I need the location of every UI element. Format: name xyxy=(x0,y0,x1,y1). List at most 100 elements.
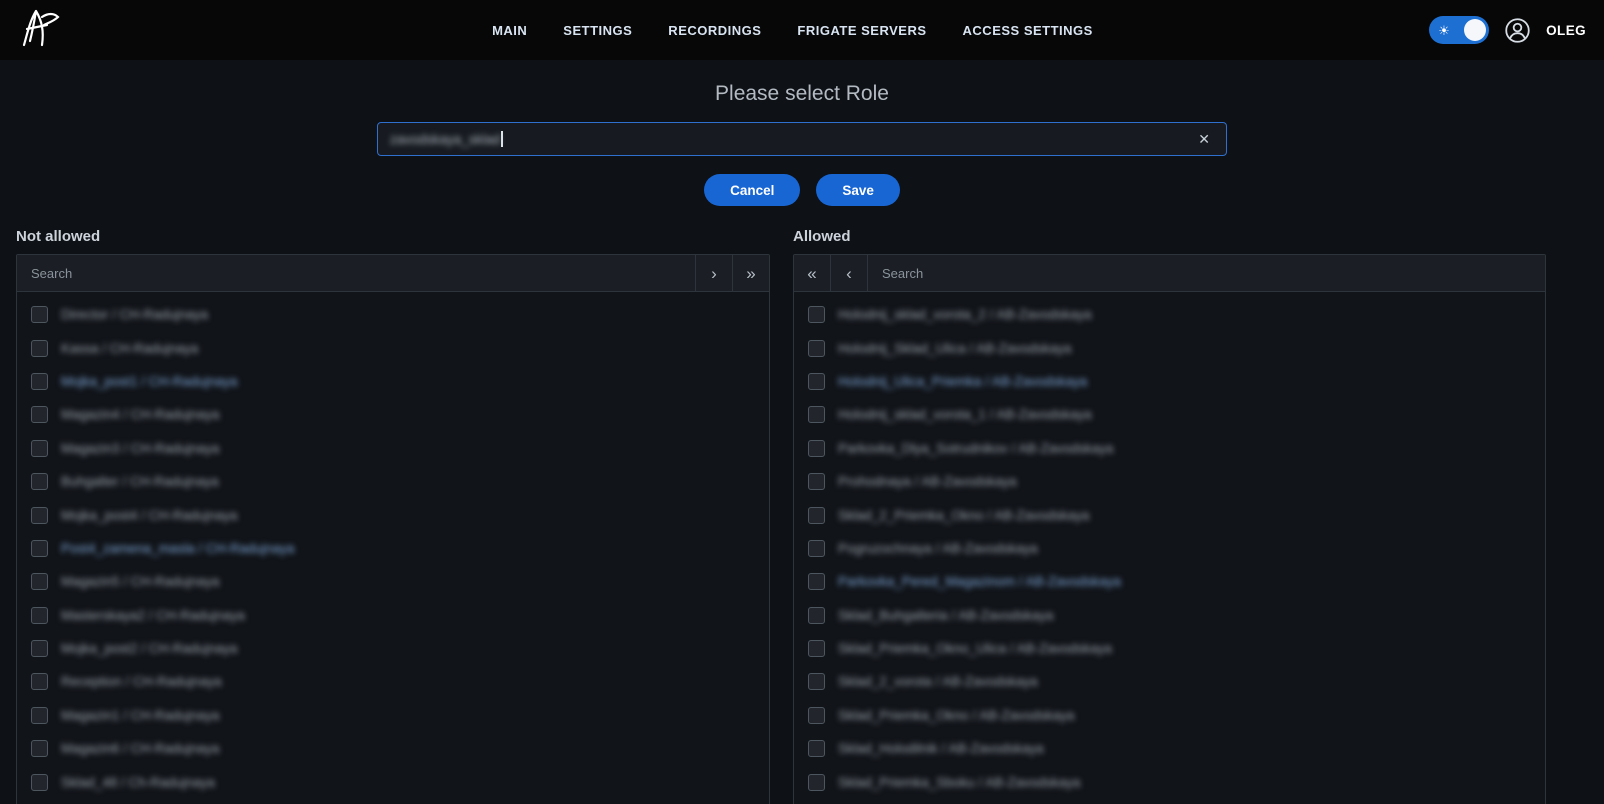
camera-checkbox[interactable] xyxy=(808,306,825,323)
camera-checkbox[interactable] xyxy=(808,507,825,524)
move-all-left-button[interactable]: « xyxy=(794,255,831,291)
camera-row[interactable]: Magazin1 / CH-Radujnaya xyxy=(17,699,769,732)
camera-row[interactable]: Sklad_2_Priemka_Okno / AB-Zavodskaya xyxy=(794,498,1545,531)
camera-checkbox[interactable] xyxy=(31,373,48,390)
camera-row[interactable]: Sklad_Priemka_Sboku / AB-Zavodskaya xyxy=(794,765,1545,798)
camera-checkbox[interactable] xyxy=(31,774,48,791)
camera-checkbox[interactable] xyxy=(31,573,48,590)
camera-checkbox[interactable] xyxy=(31,540,48,557)
camera-row[interactable]: Prohodnaya / AB-Zavodskaya xyxy=(794,465,1545,498)
not-allowed-column: Not allowed › » Director / CH-Radujnaya xyxy=(16,228,770,804)
toggle-knob xyxy=(1464,19,1486,41)
topbar-right: ☀ OLEG xyxy=(1429,16,1586,44)
user-avatar-icon[interactable] xyxy=(1504,17,1531,44)
move-selected-right-button[interactable]: › xyxy=(695,255,732,291)
camera-row[interactable]: Kassa / CH-Radujnaya xyxy=(17,331,769,364)
clear-input-button[interactable]: ✕ xyxy=(1194,130,1214,148)
camera-checkbox[interactable] xyxy=(31,306,48,323)
camera-label: Holodnij_Ulica_Priemka / AB-Zavodskaya xyxy=(838,374,1087,389)
nav-item[interactable]: SETTINGS xyxy=(563,23,632,38)
camera-checkbox[interactable] xyxy=(808,373,825,390)
text-caret xyxy=(501,131,503,147)
camera-checkbox[interactable] xyxy=(808,707,825,724)
camera-row[interactable]: Pogruzochnaya / AB-Zavodskaya xyxy=(794,532,1545,565)
camera-label: Sklad_Priemka_Okno / AB-Zavodskaya xyxy=(838,708,1074,723)
camera-checkbox[interactable] xyxy=(808,607,825,624)
camera-checkbox[interactable] xyxy=(808,673,825,690)
camera-row[interactable]: Sklad_Buhgalteria / AB-Zavodskaya xyxy=(794,599,1545,632)
allowed-panel-head: « ‹ xyxy=(794,255,1545,292)
camera-label: Sklad_Priemka_Okno_Ulica / AB-Zavodskaya xyxy=(838,641,1112,656)
camera-row[interactable]: Mojka_post1 / CH-Radujnaya xyxy=(17,365,769,398)
camera-row[interactable]: Holodnij_Sklad_Ulica / AB-Zavodskaya xyxy=(794,331,1545,364)
nav-item[interactable]: FRIGATE SERVERS xyxy=(797,23,926,38)
nav-item[interactable]: ACCESS SETTINGS xyxy=(963,23,1093,38)
camera-row[interactable]: Magazin6 / CH-Radujnaya xyxy=(17,732,769,765)
camera-row[interactable]: Reception / CH-Radujnaya xyxy=(17,665,769,698)
move-selected-left-button[interactable]: ‹ xyxy=(831,255,868,291)
camera-row[interactable]: Mojka_post4 / CH-Radujnaya xyxy=(17,498,769,531)
camera-row[interactable]: Director / CH-Radujnaya xyxy=(17,298,769,331)
camera-row[interactable]: Sklad_Priemka_Okno / AB-Zavodskaya xyxy=(794,699,1545,732)
not-allowed-panel-head: › » xyxy=(17,255,769,292)
nav-item[interactable]: RECORDINGS xyxy=(668,23,761,38)
camera-checkbox[interactable] xyxy=(808,473,825,490)
camera-label: Pogruzochnaya / AB-Zavodskaya xyxy=(838,541,1038,556)
camera-label: Holodnij_sklad_vorota_1 / AB-Zavodskaya xyxy=(838,407,1092,422)
cancel-button[interactable]: Cancel xyxy=(704,174,800,206)
camera-checkbox[interactable] xyxy=(31,640,48,657)
camera-checkbox[interactable] xyxy=(31,507,48,524)
app-logo[interactable] xyxy=(18,7,62,54)
camera-checkbox[interactable] xyxy=(808,340,825,357)
camera-label: Director / CH-Radujnaya xyxy=(61,307,208,322)
camera-label: Parkovka_Pered_Magazinom / AB-Zavodskaya xyxy=(838,574,1121,589)
camera-label: Magazin5 / CH-Radujnaya xyxy=(61,574,219,589)
camera-row[interactable]: Holodnij_sklad_vorota_2 / AB-Zavodskaya xyxy=(794,298,1545,331)
camera-label: Kassa / CH-Radujnaya xyxy=(61,341,198,356)
camera-checkbox[interactable] xyxy=(31,340,48,357)
allowed-search-input[interactable] xyxy=(868,255,1545,291)
camera-row[interactable]: Holodnij_sklad_vorota_1 / AB-Zavodskaya xyxy=(794,398,1545,431)
camera-label: Magazin6 / CH-Radujnaya xyxy=(61,741,219,756)
camera-label: Mojka_post1 / CH-Radujnaya xyxy=(61,374,237,389)
save-button[interactable]: Save xyxy=(816,174,900,206)
role-input[interactable]: zavodskaya_sklad ✕ xyxy=(377,122,1227,156)
camera-checkbox[interactable] xyxy=(31,406,48,423)
camera-label: Sklad_2_vorota / AB-Zavodskaya xyxy=(838,674,1038,689)
not-allowed-search-input[interactable] xyxy=(17,255,695,291)
camera-checkbox[interactable] xyxy=(31,740,48,757)
camera-row[interactable]: Holodnij_Ulica_Priemka / AB-Zavodskaya xyxy=(794,365,1545,398)
camera-checkbox[interactable] xyxy=(808,573,825,590)
camera-row[interactable]: Sklad_2_vorota / AB-Zavodskaya xyxy=(794,665,1545,698)
camera-checkbox[interactable] xyxy=(808,540,825,557)
camera-checkbox[interactable] xyxy=(31,473,48,490)
camera-checkbox[interactable] xyxy=(31,707,48,724)
camera-checkbox[interactable] xyxy=(808,640,825,657)
camera-row[interactable]: Buhgalter / CH-Radujnaya xyxy=(17,465,769,498)
camera-row[interactable]: Sklad_Priemka_Okno_Ulica / AB-Zavodskaya xyxy=(794,632,1545,665)
camera-checkbox[interactable] xyxy=(808,406,825,423)
camera-row[interactable]: Parkovka_Pered_Magazinom / AB-Zavodskaya xyxy=(794,565,1545,598)
camera-row[interactable]: Sklad_Holodilnik / AB-Zavodskaya xyxy=(794,732,1545,765)
camera-checkbox[interactable] xyxy=(808,440,825,457)
camera-label: Magazin4 / CH-Radujnaya xyxy=(61,407,219,422)
camera-label: Sklad_Buhgalteria / AB-Zavodskaya xyxy=(838,608,1053,623)
camera-checkbox[interactable] xyxy=(808,774,825,791)
camera-checkbox[interactable] xyxy=(808,740,825,757)
username[interactable]: OLEG xyxy=(1546,23,1586,38)
camera-checkbox[interactable] xyxy=(31,440,48,457)
camera-checkbox[interactable] xyxy=(31,673,48,690)
camera-row[interactable]: Magazin3 / CH-Radujnaya xyxy=(17,432,769,465)
nav-item[interactable]: MAIN xyxy=(492,23,527,38)
camera-row[interactable]: Post4_zamena_masla / CH-Radujnaya xyxy=(17,532,769,565)
camera-checkbox[interactable] xyxy=(31,607,48,624)
camera-row[interactable]: Mojka_post2 / CH-Radujnaya xyxy=(17,632,769,665)
move-all-right-button[interactable]: » xyxy=(732,255,769,291)
camera-row[interactable]: Parkovka_Dlya_Sotrudnikov / AB-Zavodskay… xyxy=(794,432,1545,465)
camera-row[interactable]: Magazin4 / CH-Radujnaya xyxy=(17,398,769,431)
theme-toggle[interactable]: ☀ xyxy=(1429,16,1489,44)
camera-row[interactable]: Masterskaya2 / CH-Radujnaya xyxy=(17,599,769,632)
camera-row[interactable]: Sklad_48 / Ch-Radujnaya xyxy=(17,765,769,798)
camera-row[interactable]: Magazin5 / CH-Radujnaya xyxy=(17,565,769,598)
actions-row: Cancel Save xyxy=(0,174,1604,206)
